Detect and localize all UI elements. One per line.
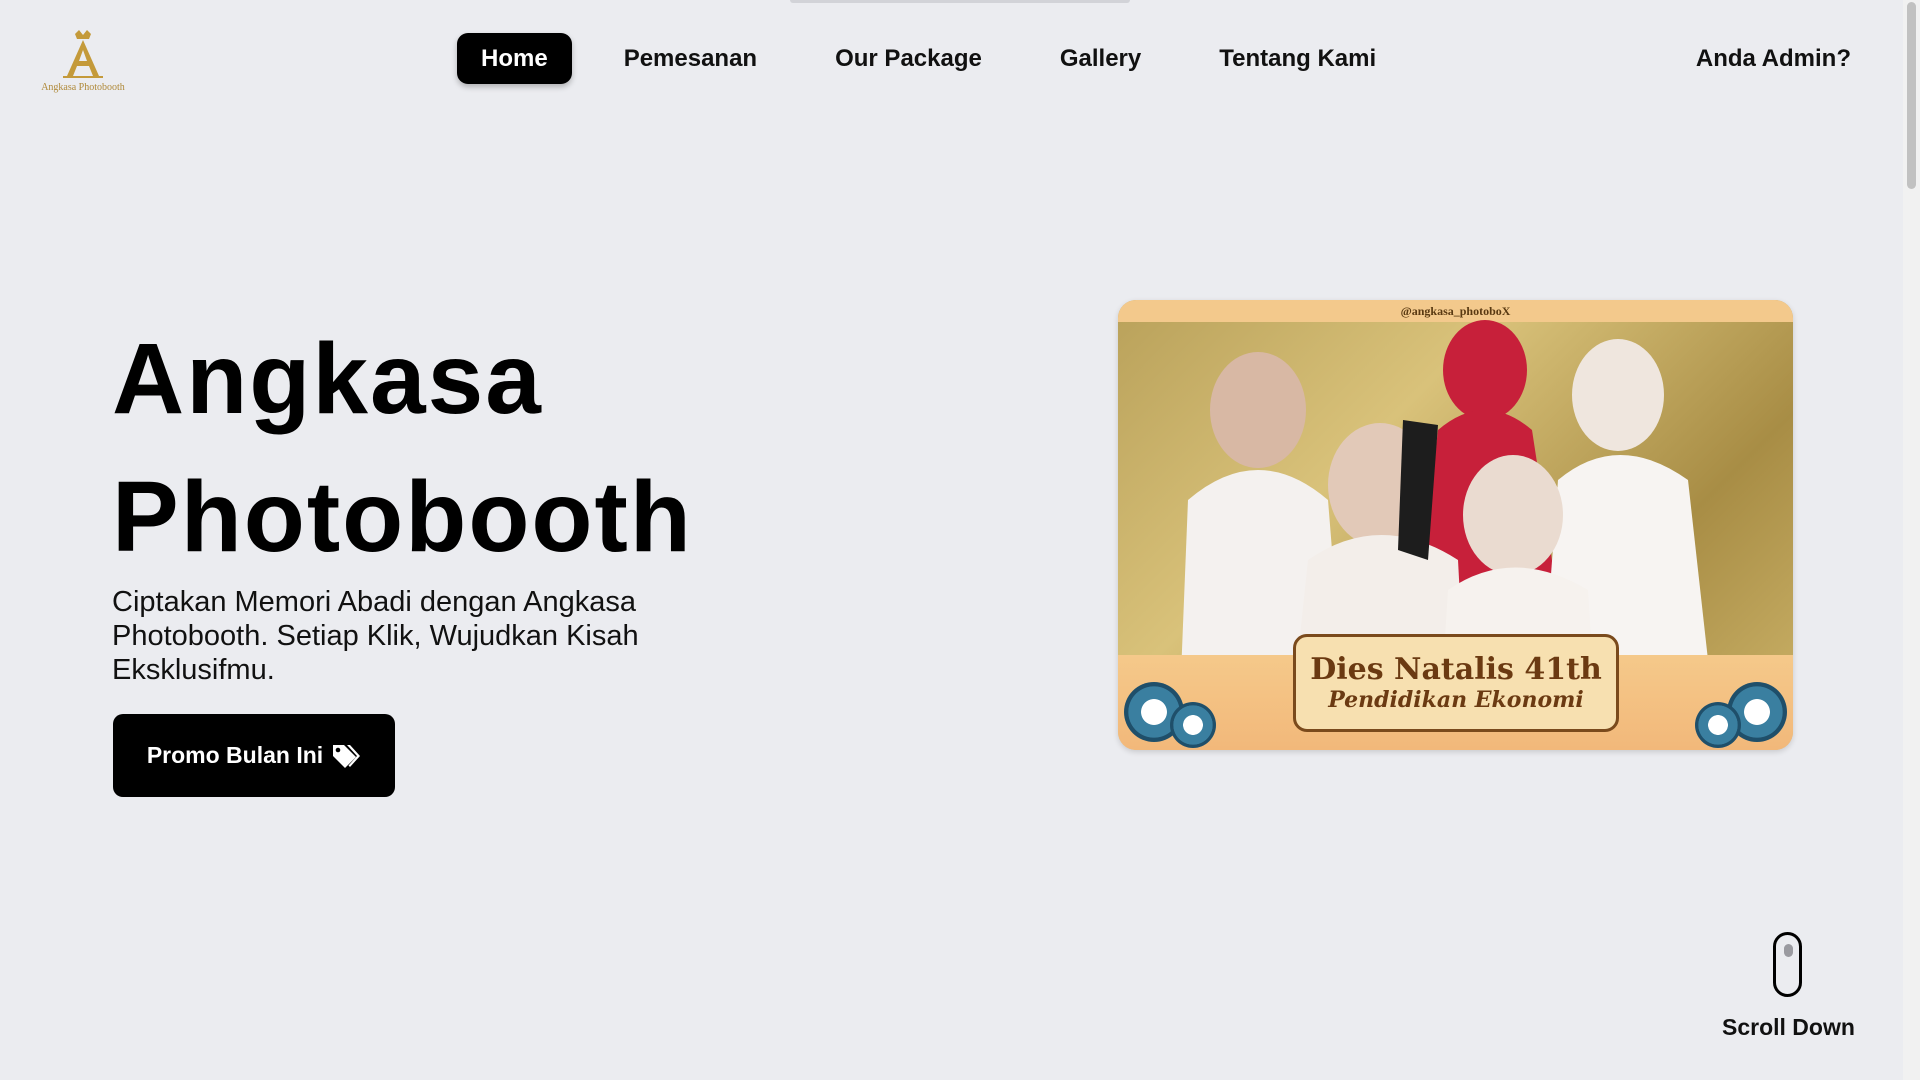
nav-our-package[interactable]: Our Package xyxy=(811,33,1006,84)
mouse-icon[interactable] xyxy=(1773,932,1802,997)
promo-button-label: Promo Bulan Ini xyxy=(146,742,324,768)
scroll-down-label[interactable]: Scroll Down xyxy=(1722,1014,1855,1041)
flower-decoration-left2 xyxy=(1170,702,1216,748)
admin-login-link[interactable]: Anda Admin? xyxy=(1696,33,1851,84)
nav-tentang-kami[interactable]: Tentang Kami xyxy=(1195,33,1400,84)
hero-title-line2: Photobooth xyxy=(112,461,693,573)
banner-title: Dies Natalis 41th xyxy=(1310,652,1602,687)
hero-title: Angkasa Photobooth xyxy=(112,310,693,586)
brand-logo[interactable]: Angkasa Photobooth xyxy=(38,30,128,98)
hero-photo: @angkasa_photoboX Dies Natalis 41th Pend… xyxy=(1118,300,1793,750)
hero-subtitle: Ciptakan Memori Abadi dengan Angkasa Pho… xyxy=(112,586,639,686)
nav-pemesanan[interactable]: Pemesanan xyxy=(600,33,781,84)
top-indicator xyxy=(790,0,1130,3)
nav-home[interactable]: Home xyxy=(457,33,572,84)
crown-logo-icon xyxy=(63,30,103,78)
main-nav: Home Pemesanan Our Package Gallery Tenta… xyxy=(457,33,1430,84)
scrollbar-thumb[interactable] xyxy=(1907,2,1916,189)
photo-banner: Dies Natalis 41th Pendidikan Ekonomi xyxy=(1293,634,1619,732)
page-scrollbar[interactable] xyxy=(1903,0,1920,1080)
hero-title-line1: Angkasa xyxy=(112,323,543,435)
promo-button[interactable]: Promo Bulan Ini xyxy=(113,714,395,797)
tags-icon xyxy=(333,744,361,768)
logo-text: Angkasa Photobooth xyxy=(41,82,125,93)
mouse-wheel xyxy=(1784,944,1793,957)
banner-subtitle: Pendidikan Ekonomi xyxy=(1328,687,1584,713)
nav-gallery[interactable]: Gallery xyxy=(1036,33,1165,84)
flower-decoration-right2 xyxy=(1695,702,1741,748)
